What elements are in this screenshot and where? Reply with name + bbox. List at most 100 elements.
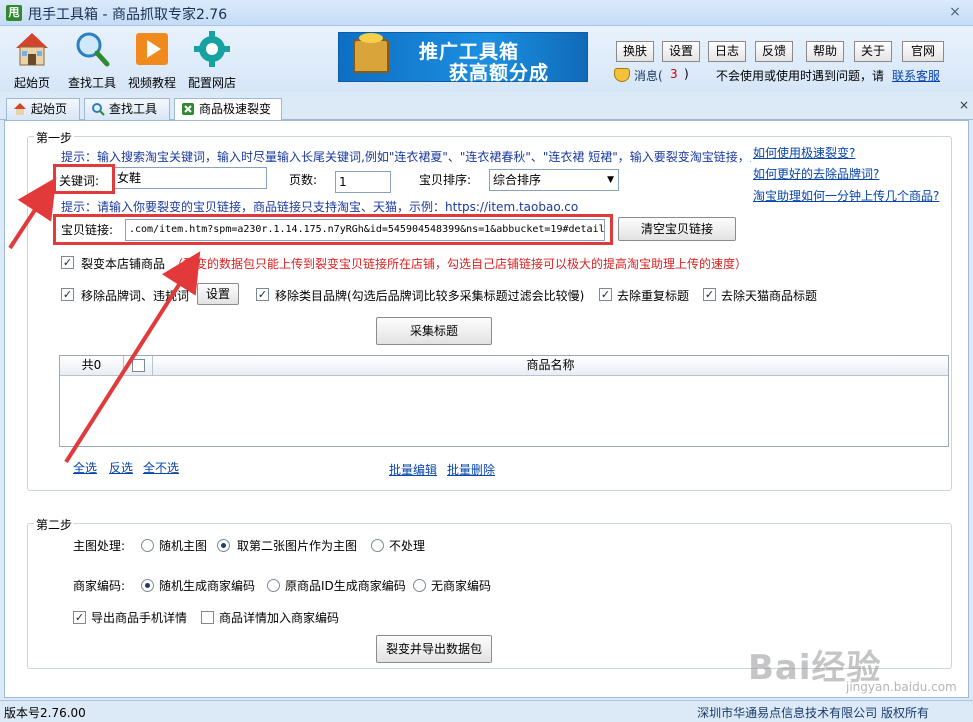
step1-title: 第一步	[34, 129, 75, 146]
toolbar-config-shop-label: 配置网店	[187, 76, 236, 90]
sort-label: 宝贝排序:	[419, 173, 472, 187]
pages-label: 页数:	[289, 173, 318, 187]
tab-close-button[interactable]: ×	[959, 98, 969, 112]
remove-tmall-checkbox[interactable]: ✓	[703, 288, 716, 301]
table-select-all-checkbox[interactable]	[132, 359, 145, 372]
clear-link-button[interactable]: 清空宝贝链接	[618, 217, 736, 241]
detail-code-label: 商品详情加入商家编码	[219, 611, 340, 625]
step1-hint2: 提示：请输入你要裂变的宝贝链接，商品链接只支持淘宝、天猫，示例：https://…	[61, 200, 579, 214]
settings-button[interactable]: 设置	[662, 41, 700, 62]
about-button[interactable]: 关于	[854, 41, 892, 62]
split-shop-warning: （裂变的数据包只能上传到裂变宝贝链接所在店铺，勾选自己店铺链接可以极大的提高淘宝…	[171, 257, 748, 271]
official-site-button[interactable]: 官网	[902, 41, 944, 62]
remove-brand-checkbox[interactable]: ✓	[61, 288, 74, 301]
merchant-code-none-label: 无商家编码	[431, 579, 492, 593]
toolbar-video-tutorial-label: 视频教程	[127, 76, 176, 90]
window-title: 甩手工具箱 - 商品抓取专家2.76	[28, 7, 228, 23]
toolbar-config-shop-button[interactable]: 配置网店	[186, 30, 238, 90]
message-count[interactable]: 3	[670, 67, 678, 81]
title-bar: 甩 甩手工具箱 - 商品抓取专家2.76 ×	[0, 0, 973, 26]
magnifier-icon	[76, 32, 110, 67]
main-image-random-label: 随机主图	[159, 539, 208, 553]
merchant-code-random-radio[interactable]	[141, 579, 154, 592]
merchant-code-none-radio[interactable]	[413, 579, 426, 592]
home-icon	[16, 33, 48, 66]
window-close-button[interactable]: ×	[945, 3, 965, 21]
annotation-keyword-box	[53, 164, 115, 194]
main-panel: 第一步 提示：输入搜索淘宝关键词，输入时尽量输入长尾关键词,例如"连衣裙夏"、"…	[4, 120, 969, 698]
main-image-none-label: 不处理	[389, 539, 426, 553]
play-icon	[136, 33, 168, 65]
main-image-random-radio[interactable]	[141, 539, 154, 552]
batch-delete-link[interactable]: 批量删除	[447, 461, 495, 478]
merchant-code-origin-label: 原商品ID生成商家编码	[285, 579, 406, 593]
split-shop-checkbox[interactable]: ✓	[61, 256, 74, 269]
help-button[interactable]: 帮助	[806, 41, 844, 62]
toolbar-video-tutorial-button[interactable]: 视频教程	[126, 30, 178, 90]
main-image-label: 主图处理:	[73, 539, 126, 553]
remove-tmall-label: 去除天猫商品标题	[721, 289, 818, 303]
annotation-link-box	[53, 214, 613, 245]
banner-line2: 获高额分成	[449, 62, 550, 84]
tab-fast-split-label: 商品极速裂变	[199, 102, 272, 116]
gear-icon	[194, 31, 230, 67]
treasure-chest-icon	[353, 33, 389, 73]
help-link-how-to-split[interactable]: 如何使用极速裂变?	[753, 144, 855, 161]
batch-edit-link[interactable]: 批量编辑	[389, 461, 437, 478]
select-none-link[interactable]: 全不选	[143, 459, 179, 476]
message-label-close: )	[684, 67, 689, 81]
main-image-second-label: 取第二张图片作为主图	[237, 539, 358, 553]
version-text: 版本号2.76.00	[4, 706, 86, 720]
export-mobile-checkbox[interactable]: ✓	[73, 611, 86, 624]
select-all-link[interactable]: 全选	[73, 459, 97, 476]
toolbar: 起始页 查找工具 视频教程 配置网店 推广工具箱 获高额分成 换肤 设置 日志 …	[0, 26, 973, 92]
detail-code-checkbox[interactable]	[201, 611, 214, 624]
merchant-code-random-label: 随机生成商家编码	[159, 579, 256, 593]
remove-duplicate-checkbox[interactable]: ✓	[599, 288, 612, 301]
main-image-none-radio[interactable]	[371, 539, 384, 552]
toolbar-find-tools-button[interactable]: 查找工具	[64, 30, 120, 90]
keyword-input[interactable]: 女鞋	[113, 167, 267, 189]
help-link-remove-brand[interactable]: 如何更好的去除品牌词?	[753, 165, 879, 182]
remove-duplicate-label: 去除重复标题	[617, 289, 690, 303]
contact-support-link[interactable]: 联系客服	[892, 67, 940, 84]
split-icon	[182, 103, 194, 115]
tab-home-label: 起始页	[31, 102, 68, 116]
collect-titles-button[interactable]: 采集标题	[376, 317, 492, 345]
skin-button[interactable]: 换肤	[616, 41, 654, 62]
step1-hint1: 提示：输入搜索淘宝关键词，输入时尽量输入长尾关键词,例如"连衣裙夏"、"连衣裙春…	[61, 150, 751, 164]
tab-find-tools-label: 查找工具	[109, 102, 158, 116]
titles-table: 共0 商品名称	[59, 355, 949, 447]
toolbar-find-tools-label: 查找工具	[67, 76, 116, 90]
toolbar-home-button[interactable]: 起始页	[8, 30, 56, 90]
remove-category-brand-checkbox[interactable]: ✓	[256, 288, 269, 301]
feedback-button[interactable]: 反馈	[755, 41, 793, 62]
split-shop-label: 裂变本店铺商品	[81, 257, 166, 271]
sort-select-value: 综合排序	[493, 173, 542, 187]
export-mobile-label: 导出商品手机详情	[91, 611, 188, 625]
status-bar: 版本号2.76.00 深圳市华通易点信息技术有限公司 版权所有	[0, 700, 973, 722]
copyright-text: 深圳市华通易点信息技术有限公司 版权所有	[697, 706, 929, 720]
message-label[interactable]: 消息(	[634, 67, 663, 84]
pages-input[interactable]: 1	[335, 171, 391, 193]
remove-category-brand-label: 移除类目品牌(勾选后品牌词比较多采集标题过滤会比较慢)	[275, 289, 585, 303]
help-text: 不会使用或使用时遇到问题，请	[716, 69, 885, 83]
promo-banner[interactable]: 推广工具箱 获高额分成	[338, 32, 588, 84]
home-icon	[14, 103, 26, 115]
tab-home[interactable]: 起始页	[6, 98, 80, 120]
merchant-code-origin-radio[interactable]	[267, 579, 280, 592]
table-header: 共0 商品名称	[60, 356, 948, 376]
sort-select[interactable]: 综合排序 ▼	[489, 169, 619, 191]
toolbar-home-label: 起始页	[13, 76, 50, 90]
main-image-second-radio[interactable]	[217, 539, 230, 552]
brand-settings-button[interactable]: 设置	[197, 283, 239, 305]
tab-find-tools[interactable]: 查找工具	[84, 98, 170, 120]
tab-fast-split[interactable]: 商品极速裂变	[174, 98, 282, 121]
merchant-code-label: 商家编码:	[73, 579, 126, 593]
app-logo-icon: 甩	[6, 5, 22, 21]
invert-selection-link[interactable]: 反选	[109, 459, 133, 476]
log-button[interactable]: 日志	[708, 41, 746, 62]
message-bell-icon[interactable]	[614, 68, 630, 82]
split-export-button[interactable]: 裂变并导出数据包	[376, 635, 492, 663]
help-link-upload-fast[interactable]: 淘宝助理如何一分钟上传几个商品?	[753, 187, 939, 204]
